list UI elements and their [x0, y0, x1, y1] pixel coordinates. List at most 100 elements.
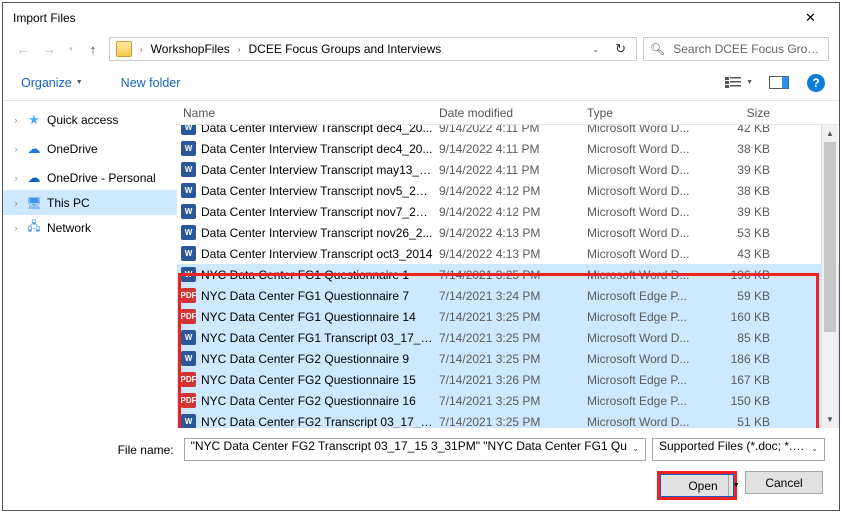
file-list: W Data Center Interview Transcript dec4_2…	[177, 125, 839, 428]
nav-up-icon[interactable]: ↑	[83, 39, 103, 59]
file-size: 160 KB	[705, 310, 790, 324]
nav-history-caret-icon[interactable]: ▾	[65, 45, 77, 53]
file-date: 9/14/2022 4:13 PM	[433, 247, 581, 261]
file-type: Microsoft Word D...	[581, 247, 705, 261]
scroll-down-icon[interactable]: ▼	[822, 411, 838, 428]
file-row[interactable]: PDFNYC Data Center FG1 Questionnaire 77/…	[177, 285, 839, 306]
file-name: Data Center Interview Transcript dec4_20…	[201, 142, 433, 156]
toolbar: Organize ▼ New folder ▼ ?	[3, 65, 839, 101]
file-date: 9/14/2022 4:13 PM	[433, 226, 581, 240]
chevron-right-icon[interactable]: ›	[234, 45, 245, 54]
address-bar[interactable]: › WorkshopFiles › DCEE Focus Groups and …	[109, 37, 637, 61]
file-row[interactable]: WData Center Interview Transcript oct3_2…	[177, 243, 839, 264]
close-button[interactable]: ✕	[788, 4, 833, 32]
cloud-icon: ☁	[26, 141, 42, 157]
open-label: Open	[688, 479, 717, 493]
file-date: 7/14/2021 3:25 PM	[433, 352, 581, 366]
column-header-size[interactable]: Size	[705, 106, 790, 120]
open-button[interactable]: Open ▼	[660, 474, 734, 497]
file-row[interactable]: WData Center Interview Transcript dec4_2…	[177, 138, 839, 159]
column-header-name[interactable]: Name	[177, 106, 433, 120]
sidebar-item-onedrive-personal[interactable]: ›☁OneDrive - Personal	[3, 165, 177, 190]
file-type-filter[interactable]: Supported Files (*.doc; *.docx; ⌄	[652, 438, 825, 461]
pc-icon: 🖥	[26, 195, 42, 211]
chevron-right-icon[interactable]: ›	[136, 45, 147, 54]
word-file-icon: W	[181, 351, 196, 366]
organize-button[interactable]: Organize ▼	[21, 76, 83, 90]
file-row[interactable]: PDFNYC Data Center FG2 Questionnaire 167…	[177, 390, 839, 411]
cloud2-icon: ☁	[26, 170, 42, 186]
footer: File name: "NYC Data Center FG2 Transcri…	[3, 428, 839, 510]
nav-back-icon[interactable]: ←	[13, 39, 33, 59]
chevron-right-icon[interactable]: ›	[11, 223, 21, 233]
scroll-thumb[interactable]	[824, 142, 836, 332]
file-name: Data Center Interview Transcript may13_2…	[201, 163, 433, 177]
file-name: Data Center Interview Transcript dec4_20…	[201, 125, 433, 135]
sidebar: ›★Quick access›☁OneDrive›☁OneDrive - Per…	[3, 101, 177, 428]
caret-down-icon[interactable]: ⌄	[632, 444, 639, 453]
file-row[interactable]: WNYC Data Center FG1 Transcript 03_17_15…	[177, 327, 839, 348]
file-size: 39 KB	[705, 163, 790, 177]
file-row[interactable]: W NYC Data Center FG2 Questionnaire 97/14…	[177, 348, 839, 369]
refresh-icon[interactable]: ↻	[615, 41, 626, 57]
file-row[interactable]: PDFNYC Data Center FG2 Questionnaire 157…	[177, 369, 839, 390]
filename-label: File name:	[17, 443, 178, 457]
file-date: 7/14/2021 3:26 PM	[433, 373, 581, 387]
file-size: 42 KB	[705, 125, 790, 135]
file-row[interactable]: W Data Center Interview Transcript may13_…	[177, 159, 839, 180]
view-mode-button[interactable]: ▼	[723, 74, 753, 92]
chevron-right-icon[interactable]: ›	[11, 198, 21, 208]
scrollbar-vertical[interactable]: ▲ ▼	[821, 125, 838, 428]
pdf-file-icon: PDF	[181, 309, 196, 324]
caret-down-icon[interactable]: ⌄	[811, 444, 818, 453]
column-header-type[interactable]: Type	[581, 106, 705, 120]
pdf-file-icon: PDF	[181, 288, 196, 303]
filename-input[interactable]: "NYC Data Center FG2 Transcript 03_17_15…	[184, 438, 646, 461]
sidebar-item-this-pc[interactable]: ›🖥This PC	[3, 190, 177, 215]
open-split-caret-icon[interactable]: ▼	[728, 475, 744, 496]
file-row[interactable]: WNYC Data Center FG2 Transcript 03_17_15…	[177, 411, 839, 428]
path-segment-root[interactable]: WorkshopFiles	[149, 42, 232, 56]
sidebar-item-label: OneDrive	[47, 142, 98, 156]
file-type: Microsoft Edge P...	[581, 310, 705, 324]
path-segment-current[interactable]: DCEE Focus Groups and Interviews	[246, 42, 443, 56]
cancel-button[interactable]: Cancel	[745, 471, 823, 494]
file-date: 7/14/2021 3:25 PM	[433, 331, 581, 345]
scroll-up-icon[interactable]: ▲	[822, 125, 838, 142]
sidebar-item-network[interactable]: › 🖧 Network	[3, 215, 177, 240]
column-header-date[interactable]: Date modified	[433, 106, 581, 120]
preview-pane-button[interactable]	[769, 76, 789, 89]
file-type: Microsoft Word D...	[581, 184, 705, 198]
help-icon[interactable]: ?	[807, 74, 825, 92]
address-dropdown-caret-icon[interactable]: ⌄	[592, 45, 599, 54]
file-name: NYC Data Center FG2 Questionnaire 9	[201, 352, 433, 366]
net-icon: 🖧	[26, 220, 42, 236]
file-name: Data Center Interview Transcript oct3_20…	[201, 247, 433, 261]
sidebar-item-label: Network	[47, 221, 91, 235]
chevron-right-icon[interactable]: ›	[11, 144, 21, 154]
search-input[interactable]: 🔍︎ Search DCEE Focus Groups a...	[643, 37, 829, 61]
file-row[interactable]: WData Center Interview Transcript nov7_2…	[177, 201, 839, 222]
folder-icon	[116, 41, 132, 57]
word-file-icon: W	[181, 162, 196, 177]
cancel-label: Cancel	[765, 476, 802, 490]
file-row[interactable]: WData Center Interview Transcript nov5_2…	[177, 180, 839, 201]
file-name: Data Center Interview Transcript nov7_20…	[201, 205, 433, 219]
file-row[interactable]: WData Center Interview Transcript nov26_…	[177, 222, 839, 243]
file-size: 39 KB	[705, 205, 790, 219]
file-size: 38 KB	[705, 142, 790, 156]
sidebar-item-onedrive[interactable]: › ☁ OneDrive	[3, 136, 177, 161]
file-row[interactable]: WData Center Interview Transcript dec4_2…	[177, 125, 839, 138]
file-date: 9/14/2022 4:11 PM	[433, 142, 581, 156]
chevron-right-icon[interactable]: ›	[11, 115, 21, 125]
nav-forward-icon[interactable]: →	[39, 39, 59, 59]
new-folder-button[interactable]: New folder	[121, 76, 181, 90]
file-date: 7/14/2021 3:25 PM	[433, 394, 581, 408]
word-file-icon: W	[181, 414, 196, 428]
file-row[interactable]: PDFNYC Data Center FG1 Questionnaire 147…	[177, 306, 839, 327]
sidebar-item-quick-access[interactable]: ›★Quick access	[3, 107, 177, 132]
file-row[interactable]: WNYC Data Center FG1 Questionnaire 17/14…	[177, 264, 839, 285]
navbar: ← → ▾ ↑ › WorkshopFiles › DCEE Focus Gro…	[3, 33, 839, 65]
titlebar: Import Files ✕	[3, 3, 839, 33]
chevron-right-icon[interactable]: ›	[11, 173, 21, 183]
